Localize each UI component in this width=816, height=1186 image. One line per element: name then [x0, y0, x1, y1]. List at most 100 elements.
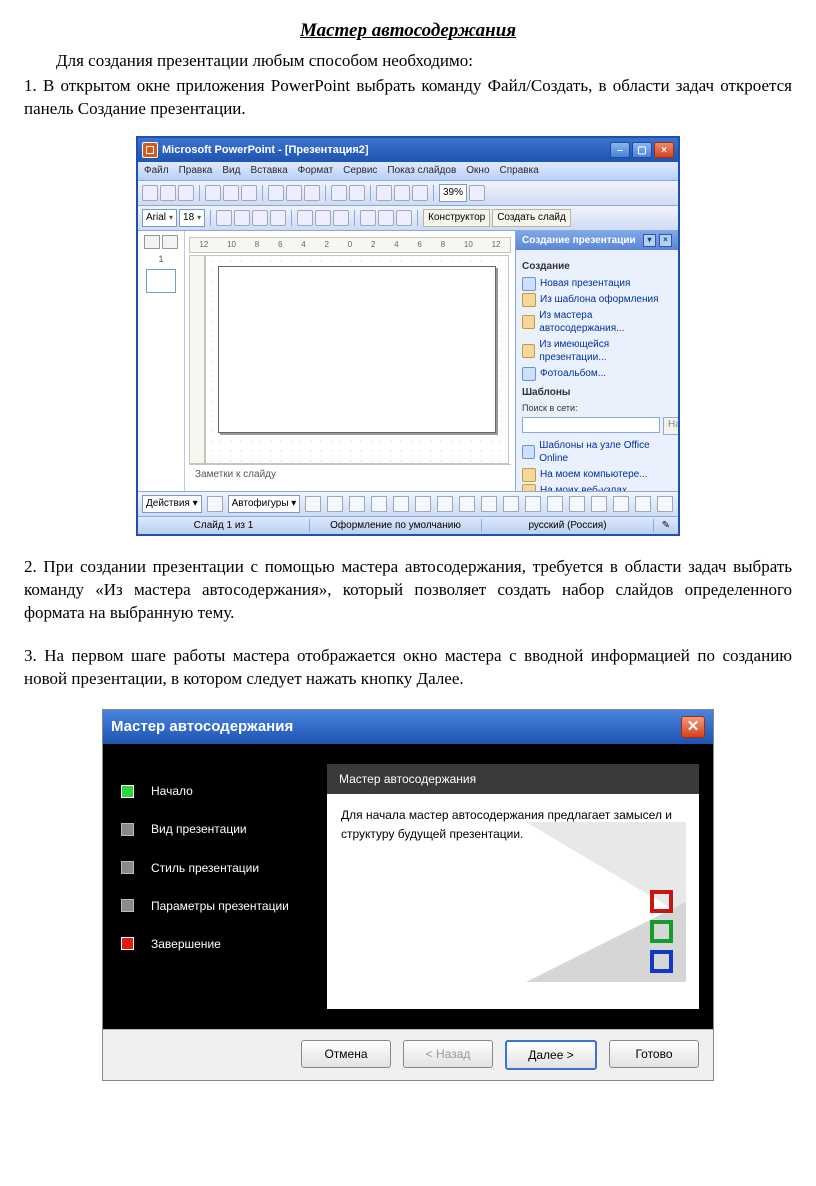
- tp-link-office-online[interactable]: Шаблоны на узле Office Online: [522, 439, 672, 466]
- wizard-step-params[interactable]: Параметры презентации: [121, 895, 311, 917]
- menu-view[interactable]: Вид: [222, 164, 240, 178]
- tp-search-input[interactable]: [522, 417, 660, 433]
- tp-search-button[interactable]: Найти: [663, 417, 678, 435]
- cancel-button[interactable]: Отмена: [301, 1040, 391, 1068]
- task-pane-dropdown-icon[interactable]: ▾: [643, 234, 656, 247]
- line-color-icon[interactable]: [525, 496, 541, 512]
- arrow-icon[interactable]: [327, 496, 343, 512]
- wizard-step-finish[interactable]: Завершение: [121, 933, 311, 955]
- next-button[interactable]: Далее >: [505, 1040, 597, 1070]
- wizard-step-start[interactable]: Начало: [121, 780, 311, 802]
- slide-canvas[interactable]: [205, 255, 509, 464]
- slides-tab-icon[interactable]: [162, 235, 178, 249]
- dash-style-icon[interactable]: [591, 496, 607, 512]
- tp-link-existing[interactable]: Из имеющейся презентации...: [522, 338, 672, 365]
- back-button[interactable]: < Назад: [403, 1040, 493, 1068]
- tp-search-label: Поиск в сети:: [522, 402, 672, 414]
- spellcheck-icon[interactable]: [241, 185, 257, 201]
- tp-link-wizard[interactable]: Из мастера автосодержания...: [522, 309, 672, 336]
- menu-slideshow[interactable]: Показ слайдов: [387, 164, 456, 178]
- tp-link-album[interactable]: Фотоальбом...: [522, 367, 672, 381]
- font-color-icon[interactable]: [547, 496, 563, 512]
- save-icon[interactable]: [178, 185, 194, 201]
- rect-icon[interactable]: [349, 496, 365, 512]
- status-spellcheck-icon[interactable]: ✎: [654, 519, 678, 533]
- menu-edit[interactable]: Правка: [179, 164, 213, 178]
- print-icon[interactable]: [205, 185, 221, 201]
- paste-icon[interactable]: [304, 185, 320, 201]
- autoshapes-menu[interactable]: Автофигуры ▾: [228, 495, 301, 513]
- font-size-combo[interactable]: 18: [179, 209, 205, 227]
- diagram-icon[interactable]: [437, 496, 453, 512]
- slide[interactable]: [218, 266, 496, 433]
- chart-icon[interactable]: [376, 185, 392, 201]
- copy-icon[interactable]: [286, 185, 302, 201]
- picture-icon[interactable]: [481, 496, 497, 512]
- wordart-icon[interactable]: [415, 496, 431, 512]
- bullets-icon[interactable]: [360, 210, 376, 226]
- outline-tab-icon[interactable]: [144, 235, 160, 249]
- undo-icon[interactable]: [331, 185, 347, 201]
- line-icon[interactable]: [305, 496, 321, 512]
- menu-window[interactable]: Окно: [466, 164, 489, 178]
- menu-file[interactable]: Файл: [144, 164, 169, 178]
- maximize-button[interactable]: ▢: [632, 142, 652, 158]
- wizard-title: Мастер автосодержания: [111, 717, 293, 737]
- help-icon[interactable]: [469, 185, 485, 201]
- minimize-button[interactable]: –: [610, 142, 630, 158]
- tp-link-my-sites[interactable]: На моих веб-узлах...: [522, 484, 672, 491]
- tp-link-template[interactable]: Из шаблона оформления: [522, 293, 672, 307]
- standard-toolbar: 39%: [138, 181, 678, 206]
- clipart-icon[interactable]: [459, 496, 475, 512]
- bold-icon[interactable]: [216, 210, 232, 226]
- shadow-style-icon[interactable]: [635, 496, 651, 512]
- tp-link-my-computer[interactable]: На моем компьютере...: [522, 468, 672, 482]
- actions-menu[interactable]: Действия ▾: [142, 495, 202, 513]
- arrow-style-icon[interactable]: [613, 496, 629, 512]
- align-center-icon[interactable]: [315, 210, 331, 226]
- textbox-icon[interactable]: [393, 496, 409, 512]
- tp-link-new[interactable]: Новая презентация: [522, 277, 672, 291]
- step-marker-icon: [121, 861, 134, 874]
- increase-font-icon[interactable]: [378, 210, 394, 226]
- font-name-combo[interactable]: Arial: [142, 209, 177, 227]
- italic-icon[interactable]: [234, 210, 250, 226]
- hyperlink-icon[interactable]: [412, 185, 428, 201]
- select-icon[interactable]: [207, 496, 223, 512]
- menu-insert[interactable]: Вставка: [250, 164, 287, 178]
- redo-icon[interactable]: [349, 185, 365, 201]
- designer-button[interactable]: Конструктор: [423, 209, 490, 227]
- preview-icon[interactable]: [223, 185, 239, 201]
- open-icon[interactable]: [160, 185, 176, 201]
- wizard-close-button[interactable]: ✕: [681, 716, 705, 738]
- align-right-icon[interactable]: [333, 210, 349, 226]
- cut-icon[interactable]: [268, 185, 284, 201]
- menu-help[interactable]: Справка: [500, 164, 539, 178]
- wizard-step-type[interactable]: Вид презентации: [121, 818, 311, 840]
- threeD-icon[interactable]: [657, 496, 673, 512]
- task-pane-close-icon[interactable]: ×: [659, 234, 672, 247]
- notes-pane[interactable]: Заметки к слайду: [189, 464, 511, 491]
- line-style-icon[interactable]: [569, 496, 585, 512]
- shadow-icon[interactable]: [270, 210, 286, 226]
- wizard-step-style[interactable]: Стиль презентации: [121, 857, 311, 879]
- new-icon[interactable]: [142, 185, 158, 201]
- wizard-icon: [522, 315, 535, 329]
- underline-icon[interactable]: [252, 210, 268, 226]
- step-marker-icon: [121, 899, 134, 912]
- zoom-combo[interactable]: 39%: [439, 184, 467, 202]
- slide-thumbnail[interactable]: [146, 269, 176, 293]
- task-pane: Создание презентации ▾ × Создание Новая …: [515, 231, 678, 491]
- align-left-icon[interactable]: [297, 210, 313, 226]
- close-button[interactable]: ×: [654, 142, 674, 158]
- finish-button[interactable]: Готово: [609, 1040, 699, 1068]
- doc-step-1: 1. В открытом окне приложения PowerPoint…: [24, 75, 792, 121]
- oval-icon[interactable]: [371, 496, 387, 512]
- table-icon[interactable]: [394, 185, 410, 201]
- menu-tools[interactable]: Сервис: [343, 164, 377, 178]
- new-slide-button[interactable]: Создать слайд: [492, 209, 571, 227]
- doc-intro: Для создания презентации любым способом …: [24, 50, 792, 73]
- fill-color-icon[interactable]: [503, 496, 519, 512]
- menu-format[interactable]: Формат: [298, 164, 334, 178]
- decrease-font-icon[interactable]: [396, 210, 412, 226]
